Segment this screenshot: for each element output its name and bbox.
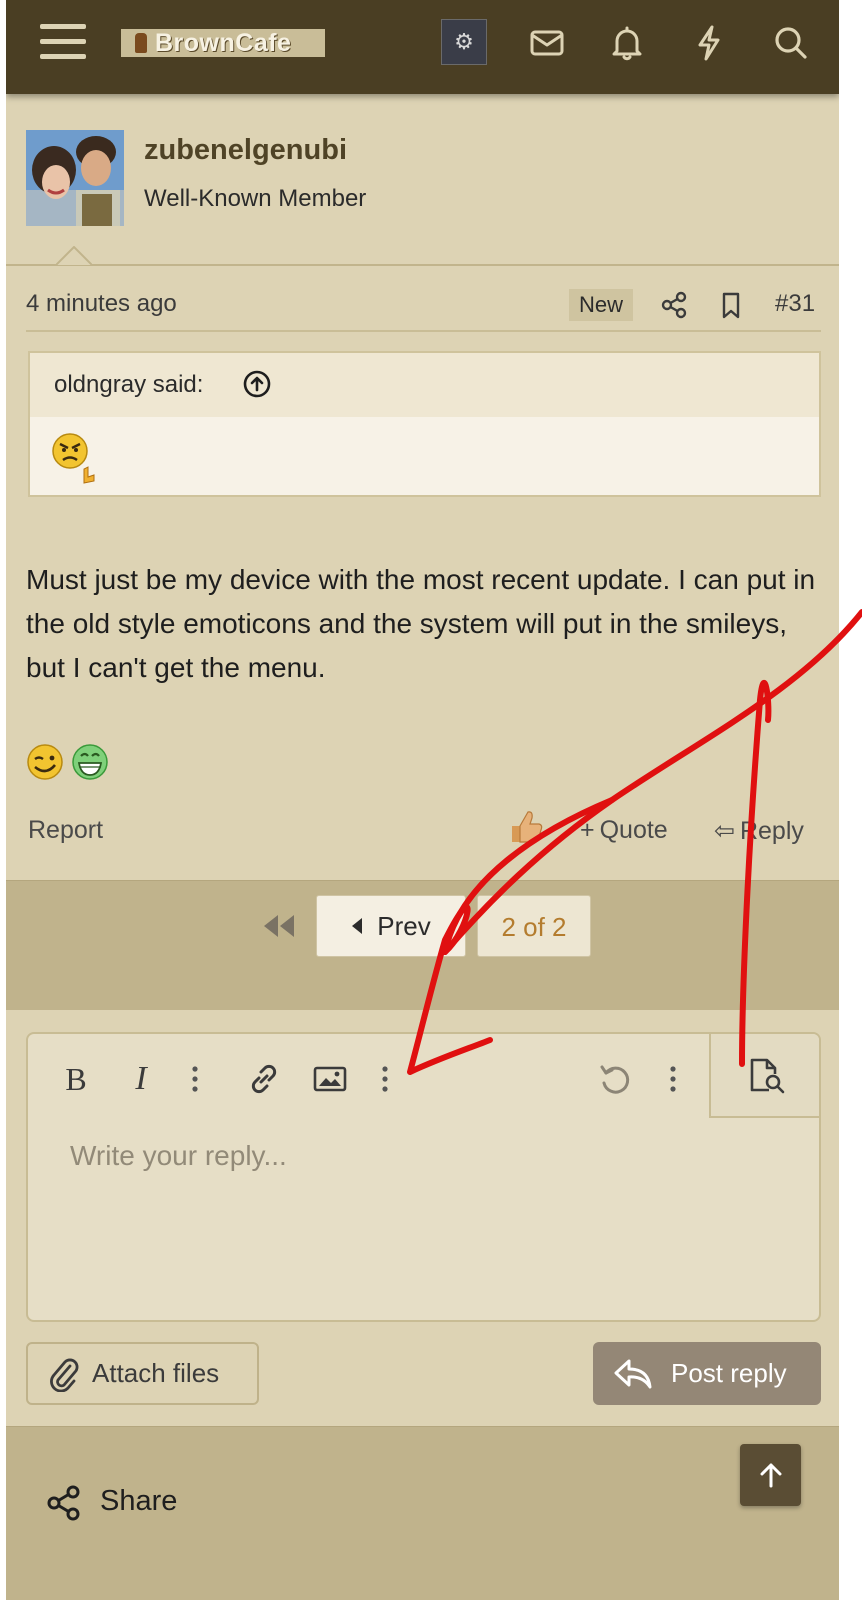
reply-label: Reply (739, 817, 804, 845)
preview-icon (750, 1058, 785, 1094)
post-reply-label: Post reply (671, 1358, 787, 1388)
new-badge: New (569, 289, 633, 321)
more-options-icon[interactable] (658, 1054, 688, 1104)
go-to-quote-icon[interactable] (242, 369, 272, 399)
menu-icon[interactable] (40, 24, 86, 60)
post-body: Must just be my device with the most rec… (26, 564, 816, 683)
user-pointer-icon (56, 246, 92, 266)
prev-label: Prev (377, 910, 431, 941)
like-icon[interactable] (506, 806, 546, 846)
prev-page-button[interactable]: Prev (316, 895, 466, 957)
account-avatar[interactable]: ⚙ (441, 19, 487, 65)
scroll-to-top-button[interactable] (740, 1444, 801, 1506)
footer-bar: Share (6, 1426, 839, 1600)
attach-label: Attach files (92, 1358, 220, 1388)
share-icon[interactable] (44, 1483, 84, 1523)
reply-textarea[interactable]: Write your reply... (70, 1140, 287, 1172)
caret-left-icon (352, 918, 363, 934)
logo-figure-icon (135, 33, 147, 53)
user-divider (6, 264, 839, 266)
bookmark-icon[interactable] (716, 290, 746, 320)
more-insert-options-icon[interactable] (370, 1054, 400, 1104)
site-name: BrownCafe (155, 28, 292, 57)
bold-button[interactable]: B (58, 1054, 94, 1104)
smiley-emojis (27, 744, 108, 780)
angry-smiley-icon (52, 433, 95, 484)
arrow-up-icon (760, 1463, 781, 1488)
grin-smiley-icon (72, 744, 108, 780)
reply-button[interactable]: ⇦ Reply (714, 816, 804, 846)
post-number[interactable]: #31 (775, 290, 815, 318)
pagination-bar: Prev 2 of 2 (6, 880, 839, 1010)
reply-icon (614, 1359, 652, 1388)
page-indicator[interactable]: 2 of 2 (477, 895, 591, 957)
inbox-icon[interactable] (526, 22, 568, 64)
forum-post: zubenelgenubi Well-Known Member 4 minute… (6, 94, 839, 880)
top-navigation-bar: BrownCafe ⚙ (6, 0, 839, 94)
share-label[interactable]: Share (100, 1485, 177, 1518)
image-icon[interactable] (310, 1054, 350, 1104)
preview-toggle[interactable] (709, 1034, 819, 1118)
rich-text-editor: B I Write your reply... (26, 1032, 821, 1322)
plus-icon: + (580, 816, 600, 844)
paperclip-icon (50, 1358, 79, 1392)
meta-divider (26, 330, 821, 332)
more-text-options-icon[interactable] (180, 1054, 210, 1104)
undo-icon[interactable] (594, 1054, 634, 1104)
post-reply-button[interactable]: Post reply (593, 1342, 821, 1405)
wink-smiley-icon (27, 744, 63, 780)
user-avatar[interactable] (26, 130, 124, 226)
app-frame: BrownCafe ⚙ zubenelgenubi Well-Known Mem… (6, 0, 839, 1600)
lightning-icon[interactable] (688, 22, 730, 64)
quote-button[interactable]: + Quote (580, 816, 668, 845)
reply-arrow-icon: ⇦ (714, 817, 740, 845)
link-icon[interactable] (244, 1054, 284, 1104)
post-timestamp[interactable]: 4 minutes ago (26, 290, 177, 318)
bell-icon[interactable] (606, 22, 648, 64)
report-link[interactable]: Report (28, 816, 103, 845)
italic-button[interactable]: I (123, 1054, 159, 1104)
site-logo[interactable]: BrownCafe (121, 29, 325, 57)
user-title: Well-Known Member (144, 185, 367, 212)
quote-label: Quote (599, 816, 668, 844)
reply-form: B I Write your reply... Attach files Pos… (6, 1010, 839, 1426)
username[interactable]: zubenelgenubi (144, 134, 347, 167)
quote-author[interactable]: oldngray said: (54, 371, 203, 399)
attach-files-button[interactable]: Attach files (26, 1342, 259, 1405)
share-post-icon[interactable] (659, 290, 689, 320)
quote-block: oldngray said: (28, 351, 821, 497)
first-page-icon[interactable] (259, 911, 299, 941)
search-icon[interactable] (770, 22, 812, 64)
